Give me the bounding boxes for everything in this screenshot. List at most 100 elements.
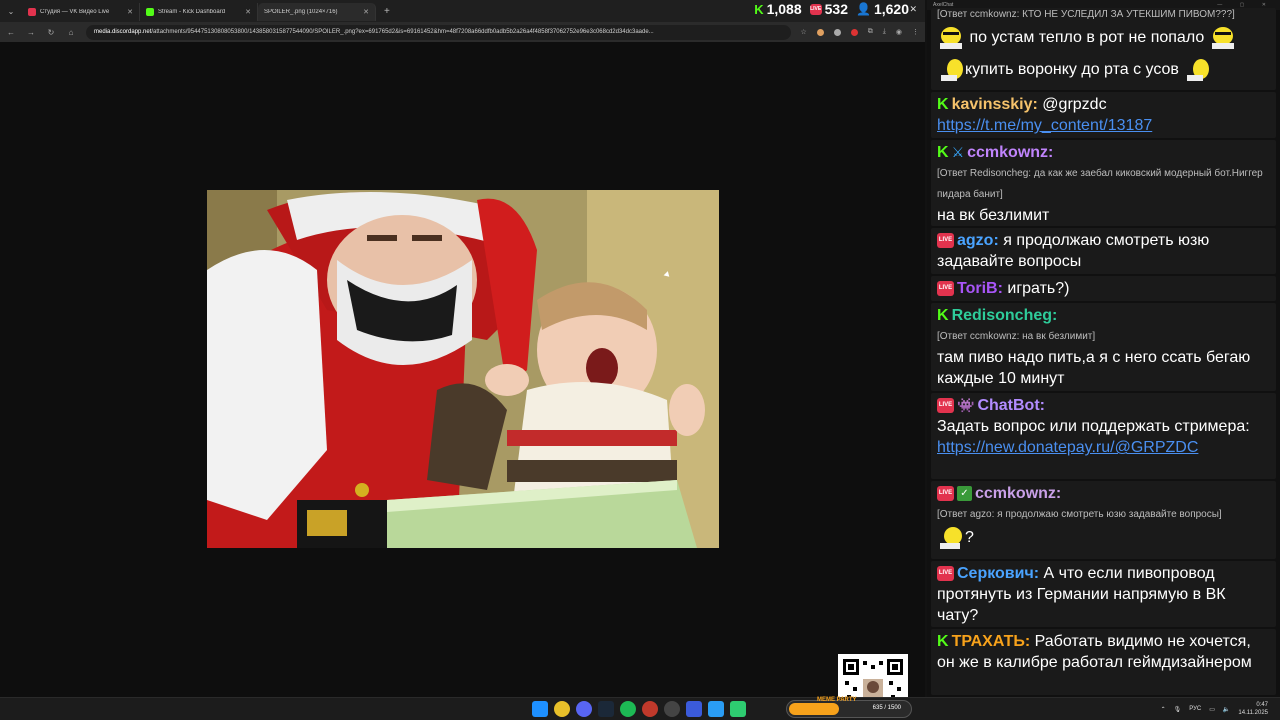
- tab-close-icon[interactable]: ✕: [127, 8, 133, 16]
- close-window-icon[interactable]: ✕: [909, 4, 917, 15]
- clock-date: 14.11.2025: [1238, 710, 1268, 716]
- url-path: /attachments/954475130808053800/14385803…: [151, 29, 654, 35]
- discord-icon[interactable]: [576, 701, 592, 717]
- network-icon[interactable]: ▭: [1209, 706, 1215, 713]
- chat-message: [Ответ ccmkownz: КТО НЕ УСЛЕДИЛ ЗА УТЕКШ…: [931, 8, 1276, 90]
- volume-icon[interactable]: 🔈: [1223, 706, 1230, 713]
- reply-quote: [Ответ agzo: я продолжаю смотреть юзю за…: [937, 509, 1222, 520]
- tab-label: SPOILER_.png (1024×716): [264, 9, 338, 15]
- spoiler-image[interactable]: [207, 190, 719, 548]
- tab-search-icon[interactable]: ⌄: [0, 0, 22, 22]
- address-bar: ← → ↻ ⌂ media.discordapp.net/attachments…: [0, 22, 925, 42]
- meme-party-value: 635 / 1500: [872, 705, 901, 711]
- message-link[interactable]: https://t.me/my_content/13187: [937, 117, 1152, 134]
- chat-message: LIVE Серкович: А что если пивопровод прот…: [931, 561, 1276, 627]
- chat-username[interactable]: ChatBot:: [977, 397, 1045, 414]
- emote-icon: [937, 25, 965, 51]
- kick-badge-icon: K: [937, 633, 949, 651]
- tab-kick-dashboard[interactable]: Stream - Kick Dashboard ✕: [140, 3, 258, 21]
- tab-label: Stream - Kick Dashboard: [158, 9, 226, 15]
- message-text: купить воронку до рта с усов: [965, 61, 1179, 79]
- tab-close-icon[interactable]: ✕: [245, 8, 251, 16]
- meme-party-fill: [789, 703, 840, 715]
- extension-icon[interactable]: [850, 28, 858, 36]
- taskbar: MEME PARTY 635 / 1500 ⌃ 🎙 РУС ▭ 🔈 0:47 1…: [0, 697, 1280, 720]
- photo-santa-crying-baby: [207, 190, 719, 548]
- message-text: на вк безлимит: [937, 207, 1050, 225]
- emote-icon: [937, 57, 965, 83]
- emote-icon: [1183, 57, 1211, 83]
- telegram-icon[interactable]: [708, 701, 724, 717]
- chat-message: K ⚔ ccmkownz: [Ответ Redisoncheg: да как ж…: [931, 140, 1276, 226]
- clock[interactable]: 0:47 14.11.2025: [1238, 701, 1268, 717]
- reply-quote: [Ответ ccmkownz: КТО НЕ УСЛЕДИЛ ЗА УТЕКШ…: [937, 9, 1235, 20]
- microphone-icon[interactable]: 🎙: [1174, 706, 1182, 713]
- extension-icon[interactable]: [816, 28, 824, 36]
- chat-username[interactable]: ccmkownz:: [975, 485, 1061, 502]
- steam-icon[interactable]: [598, 701, 614, 717]
- menu-icon[interactable]: ⋮: [912, 28, 919, 36]
- chat-username[interactable]: ccmkownz:: [967, 144, 1053, 161]
- chat-message: Kkavinsskiy: @grpzdc https://t.me/my_con…: [931, 92, 1276, 138]
- chrome-icon[interactable]: [554, 701, 570, 717]
- user-icon: 👤: [856, 2, 871, 16]
- kick-favicon-icon: [146, 8, 154, 16]
- clock-time: 0:47: [1256, 702, 1268, 708]
- checkmark-badge-icon: ✓: [957, 486, 972, 502]
- vk-favicon-icon: [28, 8, 36, 16]
- total-viewer-count: 1,620: [873, 1, 909, 17]
- tab-close-icon[interactable]: ✕: [363, 8, 369, 16]
- kick-logo-icon: K: [754, 1, 764, 17]
- chat-message: LIVE ToriB: играть?): [931, 276, 1276, 301]
- vk-live-badge-icon: LIVE: [937, 486, 954, 502]
- kick-viewer-count: 1,088: [766, 1, 802, 17]
- emote-icon: [1209, 25, 1237, 51]
- vk-viewers: LIVE 532: [809, 1, 848, 17]
- vk-live-badge-icon: LIVE: [937, 398, 954, 414]
- chat-username[interactable]: Серкович:: [957, 565, 1039, 582]
- kick-badge-icon: K: [937, 307, 949, 325]
- home-icon[interactable]: ⌂: [66, 28, 76, 37]
- back-icon[interactable]: ←: [6, 28, 16, 37]
- url-host: media.discordapp.net: [94, 29, 152, 35]
- tab-label: Студия — VK Видео Live: [40, 9, 110, 15]
- chat-username[interactable]: Redisoncheg:: [952, 307, 1058, 324]
- chat-username[interactable]: kavinsskiy:: [952, 96, 1038, 113]
- chat-panel: AxelChat — ▢ ✕ [Ответ ccmkownz: КТО НЕ У…: [927, 0, 1280, 697]
- reply-quote: [Ответ Redisoncheg: да как же заебал кик…: [937, 168, 1263, 201]
- new-tab-icon[interactable]: +: [384, 6, 390, 17]
- sword-badge-icon: ⚔: [951, 144, 965, 161]
- chat-message: LIVE agzo: я продолжаю смотреть юзю задав…: [931, 228, 1276, 274]
- app-icon[interactable]: [686, 701, 702, 717]
- app-icon[interactable]: [642, 701, 658, 717]
- vk-live-badge-icon: LIVE: [937, 281, 954, 297]
- bot-badge-icon: 👾: [957, 397, 975, 414]
- browser-window: ⌄ Студия — VK Видео Live ✕ Stream - Kick…: [0, 0, 925, 720]
- download-icon[interactable]: ⤓: [883, 28, 886, 36]
- tab-vk-studio[interactable]: Студия — VK Видео Live ✕: [22, 3, 140, 21]
- vk-viewer-count: 532: [824, 1, 848, 17]
- url-field[interactable]: media.discordapp.net/attachments/9544751…: [86, 24, 791, 40]
- obs-icon[interactable]: [664, 701, 680, 717]
- forward-icon[interactable]: →: [26, 28, 36, 37]
- chat-username[interactable]: ToriB:: [957, 280, 1003, 297]
- message-text: по устам тепло в рот не попало: [969, 29, 1205, 47]
- message-text: @grpzdc: [1042, 96, 1107, 113]
- reload-icon[interactable]: ↻: [46, 28, 56, 37]
- language-indicator[interactable]: РУС: [1189, 706, 1201, 712]
- chat-message: K Redisoncheg: [Ответ ccmkownz: на вк без…: [931, 303, 1276, 391]
- chat-username[interactable]: agzo:: [957, 232, 999, 249]
- message-link[interactable]: https://new.donatepay.ru/@GRPZDC: [937, 439, 1198, 456]
- bookmark-star-icon[interactable]: ☆: [801, 28, 807, 36]
- start-icon[interactable]: [532, 701, 548, 717]
- chevron-up-icon[interactable]: ⌃: [1161, 706, 1166, 713]
- chat-username[interactable]: ТРАХАТЬ:: [952, 633, 1031, 650]
- message-text: там пиво надо пить,а я с него ссать бега…: [937, 349, 1251, 388]
- chat-message: LIVE ✓ ccmkownz: [Ответ agzo: я продолжаю …: [931, 481, 1276, 559]
- extensions-puzzle-icon[interactable]: ⧉: [868, 28, 873, 36]
- spotify-icon[interactable]: [620, 701, 636, 717]
- extension-icon[interactable]: [833, 28, 841, 36]
- tab-spoiler-image[interactable]: SPOILER_.png (1024×716) ✕: [258, 3, 376, 21]
- app-icon[interactable]: [730, 701, 746, 717]
- profile-icon[interactable]: ◉: [896, 28, 902, 36]
